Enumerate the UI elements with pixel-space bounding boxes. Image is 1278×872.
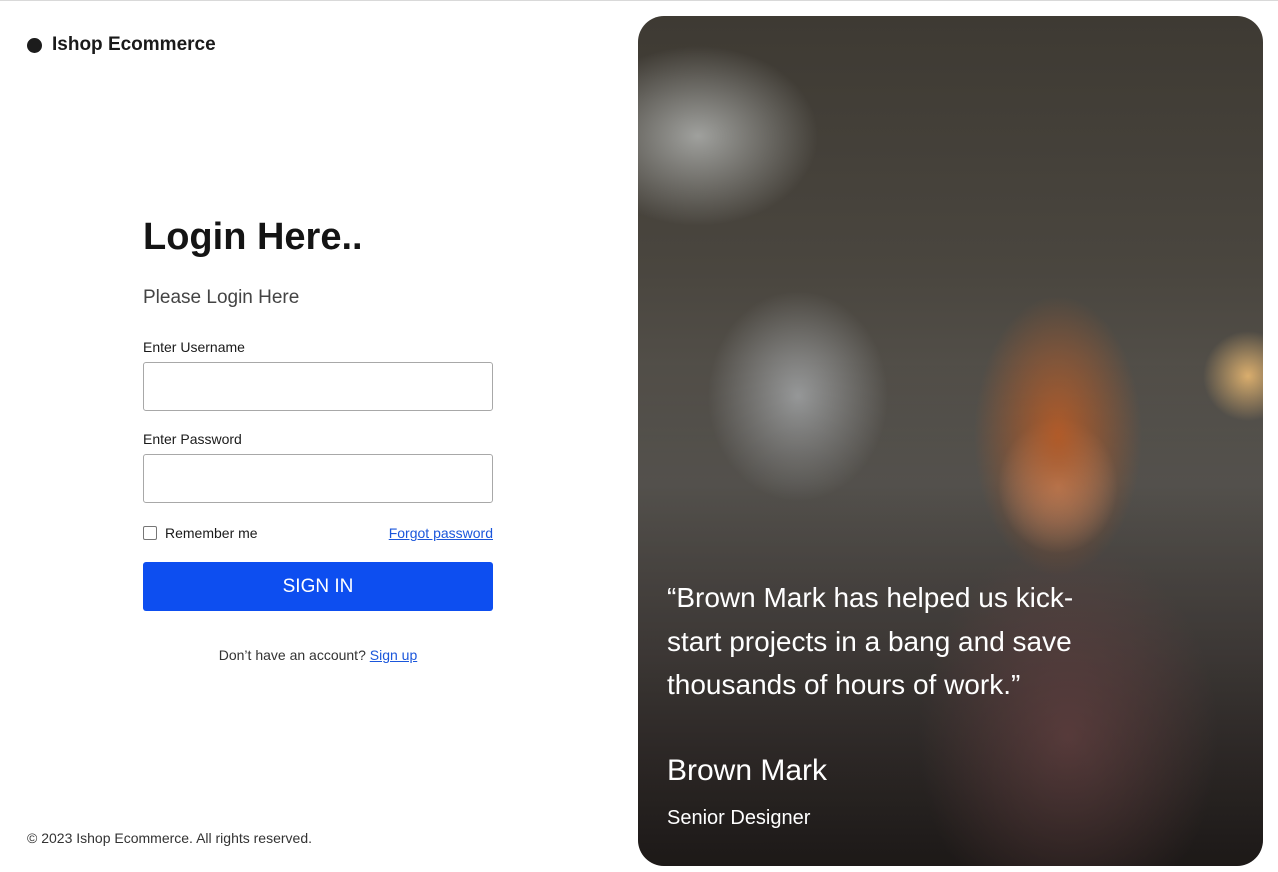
testimonial-author: Brown Mark	[667, 754, 828, 787]
page-subtitle: Please Login Here	[143, 287, 300, 308]
brand-logo: Ishop Ecommerce	[27, 34, 216, 56]
forgot-password-link[interactable]: Forgot password	[389, 525, 493, 541]
username-label: Enter Username	[143, 339, 245, 355]
brand-name: Ishop Ecommerce	[52, 34, 216, 55]
options-row: Remember me Forgot password	[143, 524, 493, 542]
username-input[interactable]	[143, 362, 493, 411]
testimonial-panel: “Brown Mark has helped us kick-start pro…	[638, 16, 1263, 866]
password-input[interactable]	[143, 454, 493, 503]
testimonial-quote: “Brown Mark has helped us kick-start pro…	[667, 582, 1074, 700]
remember-me-checkbox[interactable]	[143, 526, 157, 540]
password-label: Enter Password	[143, 431, 242, 447]
testimonial-role: Senior Designer	[667, 807, 811, 829]
signup-prompt: Don’t have an account? Sign up	[143, 647, 493, 663]
login-form: Login Here.. Please Login Here Enter Use…	[143, 215, 493, 663]
hero-photo-overlay	[638, 16, 1263, 866]
brand-dot-icon	[27, 37, 42, 53]
page-title: Login Here..	[143, 216, 363, 258]
remember-me[interactable]: Remember me	[143, 525, 258, 541]
sign-in-button[interactable]: SIGN IN	[143, 562, 493, 611]
remember-me-label: Remember me	[165, 525, 258, 541]
footer-copyright: © 2023 Ishop Ecommerce. All rights reser…	[27, 830, 312, 846]
no-account-text: Don’t have an account?	[218, 647, 366, 663]
sign-up-link[interactable]: Sign up	[370, 647, 417, 663]
